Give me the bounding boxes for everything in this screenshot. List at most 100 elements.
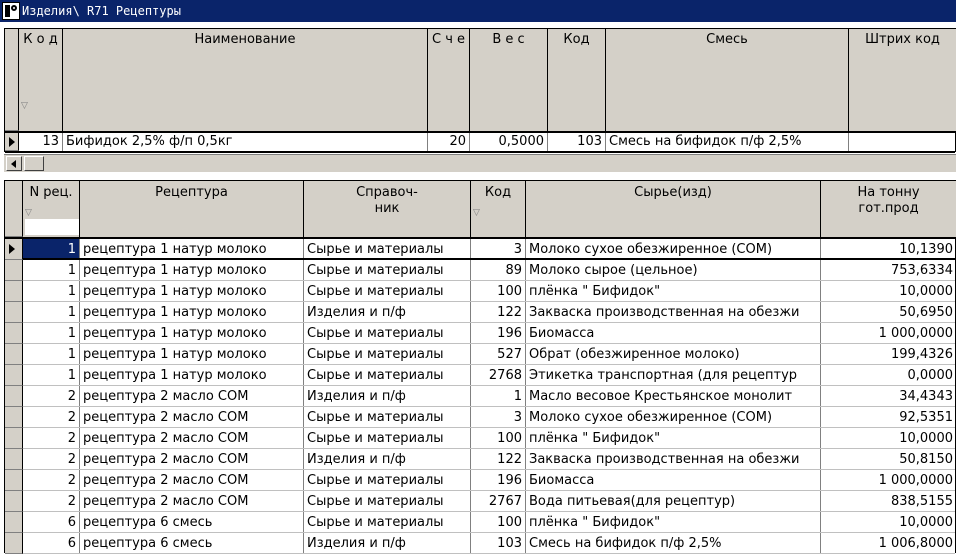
table-cell[interactable]: 2767 (471, 491, 526, 512)
row-indicator[interactable] (5, 470, 23, 491)
horizontal-scrollbar[interactable] (4, 154, 956, 172)
table-cell[interactable]: Изделия и п/ф (304, 449, 471, 470)
table-cell[interactable]: Сырье и материалы (304, 512, 471, 533)
row-indicator[interactable] (5, 302, 23, 323)
table-cell[interactable]: 2768 (471, 365, 526, 386)
table-cell[interactable]: 10,0000 (821, 428, 956, 449)
filter-icon[interactable]: ▽ (21, 101, 28, 111)
top-col-header[interactable]: К о д (19, 29, 63, 131)
bottom-col-header[interactable]: Сырье(изд) (526, 181, 821, 237)
table-cell[interactable]: Обрат (обезжиренное молоко) (526, 344, 821, 365)
table-cell[interactable]: Сырье и материалы (304, 428, 471, 449)
row-indicator[interactable] (5, 491, 23, 512)
table-cell[interactable]: 3 (471, 407, 526, 428)
table-cell[interactable]: 1 (23, 260, 80, 281)
table-cell[interactable]: Изделия и п/ф (304, 386, 471, 407)
row-indicator[interactable] (5, 281, 23, 302)
table-cell[interactable]: Сырье и материалы (304, 239, 471, 260)
table-cell[interactable]: 1 (471, 386, 526, 407)
table-cell[interactable]: Сырье и материалы (304, 365, 471, 386)
table-cell[interactable]: 838,5155 (821, 491, 956, 512)
table-cell[interactable]: 89 (471, 260, 526, 281)
table-cell[interactable]: 1 (23, 281, 80, 302)
row-indicator[interactable] (5, 344, 23, 365)
table-cell[interactable]: Вода питьевая(для рецептур) (526, 491, 821, 512)
table-cell[interactable]: Масло весовое Крестьянское монолит (526, 386, 821, 407)
table-cell[interactable]: рецептура 6 смесь (80, 512, 304, 533)
row-indicator[interactable] (5, 533, 23, 554)
table-cell[interactable]: 2 (23, 407, 80, 428)
table-cell[interactable]: 753,6334 (821, 260, 956, 281)
table-cell[interactable]: Закваска производственная на обезжи (526, 449, 821, 470)
table-cell[interactable]: 2 (23, 491, 80, 512)
table-cell[interactable]: Биомасса (526, 470, 821, 491)
table-cell[interactable]: Изделия и п/ф (304, 302, 471, 323)
row-indicator[interactable] (5, 260, 23, 281)
bottom-col-header[interactable]: Справоч- ник (304, 181, 471, 237)
filter-icon[interactable]: ▽ (473, 208, 480, 218)
top-col-header[interactable]: Смесь (606, 29, 849, 131)
table-cell[interactable]: рецептура 6 смесь (80, 533, 304, 554)
table-cell[interactable]: 1 (23, 344, 80, 365)
top-col-header[interactable]: Наименование (63, 29, 428, 131)
table-cell[interactable]: Сырье и материалы (304, 491, 471, 512)
table-cell[interactable]: рецептура 2 масло СОМ (80, 407, 304, 428)
table-cell[interactable]: рецептура 2 масло СОМ (80, 449, 304, 470)
table-cell[interactable]: 50,8150 (821, 449, 956, 470)
top-grid-cell[interactable]: Смесь на бифидок п/ф 2,5% (606, 133, 849, 151)
top-grid-cell[interactable]: 20 (428, 133, 470, 151)
table-cell[interactable]: рецептура 2 масло СОМ (80, 386, 304, 407)
table-cell[interactable]: Смесь на бифидок п/ф 2,5% (526, 533, 821, 554)
table-cell[interactable]: Молоко сухое обезжиренное (СОМ) (526, 407, 821, 428)
table-cell[interactable]: 1 (23, 302, 80, 323)
table-cell[interactable]: Сырье и материалы (304, 260, 471, 281)
top-grid-cell[interactable]: 103 (548, 133, 606, 151)
recipes-grid[interactable]: N рец. Рецептура Справоч- ник Код Сырье(изд)… (4, 180, 956, 554)
table-cell[interactable]: рецептура 2 масло СОМ (80, 428, 304, 449)
table-cell[interactable]: Сырье и материалы (304, 470, 471, 491)
table-cell[interactable]: 100 (471, 512, 526, 533)
scroll-thumb[interactable] (24, 156, 44, 171)
table-cell[interactable]: 1 000,0000 (821, 470, 956, 491)
current-row-indicator[interactable] (5, 133, 19, 151)
row-indicator[interactable] (5, 449, 23, 470)
table-cell[interactable]: Сырье и материалы (304, 344, 471, 365)
top-col-header[interactable]: Код (548, 29, 606, 131)
table-cell[interactable]: Сырье и материалы (304, 323, 471, 344)
bottom-col-header[interactable]: На тонну гот.прод (821, 181, 956, 237)
table-cell[interactable]: 2 (23, 386, 80, 407)
top-grid-cell[interactable]: 13 (19, 133, 63, 151)
row-indicator[interactable] (5, 323, 23, 344)
table-cell[interactable]: 2 (23, 428, 80, 449)
table-cell[interactable]: 1 (23, 365, 80, 386)
table-cell[interactable]: 50,6950 (821, 302, 956, 323)
table-cell[interactable]: 92,5351 (821, 407, 956, 428)
table-cell[interactable]: плёнка " Бифидок" (526, 512, 821, 533)
table-cell[interactable]: Этикетка транспортная (для рецептур (526, 365, 821, 386)
table-cell[interactable]: Изделия и п/ф (304, 533, 471, 554)
table-cell[interactable]: плёнка " Бифидок" (526, 281, 821, 302)
table-cell[interactable]: 103 (471, 533, 526, 554)
table-cell[interactable]: рецептура 1 натур молоко (80, 260, 304, 281)
table-cell[interactable]: 100 (471, 281, 526, 302)
table-cell[interactable]: Закваска производственная на обезжи (526, 302, 821, 323)
table-cell[interactable]: Биомасса (526, 323, 821, 344)
table-cell[interactable]: 196 (471, 323, 526, 344)
table-cell[interactable]: Молоко сырое (цельное) (526, 260, 821, 281)
table-cell[interactable]: Молоко сухое обезжиренное (СОМ) (526, 239, 821, 260)
scroll-left-button[interactable] (6, 156, 22, 171)
table-cell[interactable]: рецептура 1 натур молоко (80, 302, 304, 323)
table-cell[interactable]: 1 000,0000 (821, 323, 956, 344)
row-indicator[interactable] (5, 365, 23, 386)
table-cell[interactable]: 1 006,8000 (821, 533, 956, 554)
top-grid-cell[interactable]: 0,5000 (470, 133, 548, 151)
table-cell[interactable]: рецептура 1 натур молоко (80, 281, 304, 302)
row-indicator[interactable] (5, 386, 23, 407)
table-cell[interactable]: 199,4326 (821, 344, 956, 365)
table-cell[interactable]: рецептура 2 масло СОМ (80, 470, 304, 491)
table-cell[interactable]: 3 (471, 239, 526, 260)
table-cell[interactable]: 122 (471, 302, 526, 323)
top-grid-cell[interactable] (849, 133, 956, 151)
row-indicator[interactable] (5, 428, 23, 449)
table-cell[interactable]: рецептура 1 натур молоко (80, 323, 304, 344)
